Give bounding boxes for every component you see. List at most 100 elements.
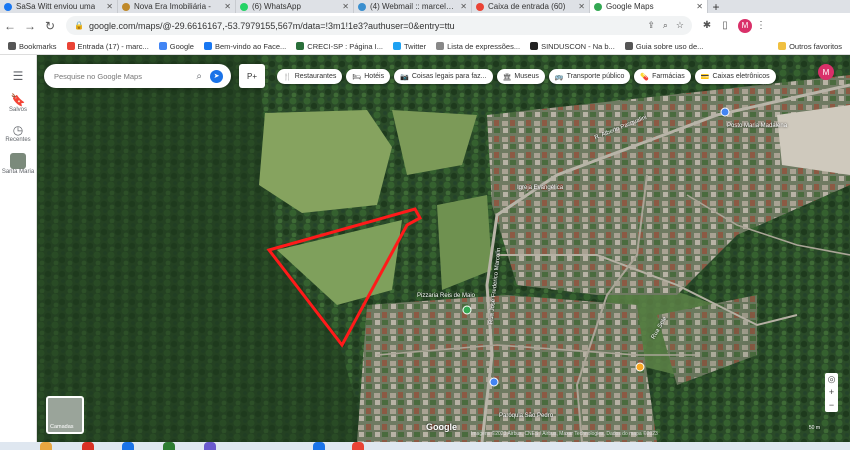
place-pin-icon[interactable] (720, 107, 730, 117)
bed-icon: 🛏 (352, 73, 362, 81)
place-label: Posto Maria Madalena (727, 123, 788, 129)
back-icon[interactable]: ← (0, 19, 20, 33)
taskbar-app-icon[interactable] (163, 442, 175, 450)
share-icon[interactable]: ⇪ (647, 20, 655, 31)
map-attribution: Imagens ©2023 Airbus, CNES / Airbus, Max… (471, 431, 658, 437)
bookmark-item[interactable]: Bookmarks (8, 42, 57, 51)
bookmark-other-favorites[interactable]: Outros favoritos (778, 42, 842, 51)
bookmark-item[interactable]: SINDUSCON - Na b... (530, 42, 615, 51)
browser-tab[interactable]: Caixa de entrada (60) ✕ (472, 0, 590, 13)
bookmark-item[interactable]: Google (158, 42, 194, 51)
browser-tab-bar: SaSa Witt enviou uma ✕ Nova Era Imobiliári… (0, 0, 850, 14)
category-chip[interactable]: 🚌 Transporte público (548, 69, 631, 84)
category-chip[interactable]: 📷 Coisas legais para faz... (394, 69, 493, 84)
bookmark-item[interactable]: Lista de expressões... (436, 42, 520, 51)
place-label: Paróquia São Pedro (499, 413, 554, 419)
atm-icon: 💳 (700, 73, 710, 81)
extensions-icon[interactable]: ✱ (698, 20, 716, 31)
taskbar-app-icon[interactable] (352, 442, 364, 450)
close-icon[interactable]: ✕ (339, 2, 349, 11)
taskbar-app-icon[interactable] (122, 442, 134, 450)
bookmark-favicon-icon (436, 42, 445, 50)
close-icon[interactable]: ✕ (221, 2, 231, 11)
new-tab-button[interactable]: + (708, 0, 724, 14)
tab-label: Caixa de entrada (60) (488, 2, 566, 11)
house-icon (122, 2, 130, 11)
bookmark-star-icon[interactable]: ☆ (676, 20, 684, 31)
satellite-imagery (37, 55, 850, 442)
close-icon[interactable]: ✕ (575, 2, 585, 11)
whatsapp-icon (240, 2, 248, 11)
scale-bar[interactable]: 50 m (809, 425, 820, 431)
zoom-in-button[interactable]: + (829, 386, 834, 399)
sidebar-item-place[interactable]: Santa Maria (0, 153, 36, 175)
taskbar-app-icon[interactable] (82, 442, 94, 450)
address-bar[interactable]: 🔒 google.com/maps/@-29.6616167,-53.79791… (66, 16, 692, 35)
layers-button[interactable]: Camadas (46, 396, 84, 434)
taskbar-app-icon[interactable] (204, 442, 216, 450)
zoom-icon[interactable]: ⌕ (663, 20, 668, 31)
browser-tab[interactable]: Google Maps ✕ (590, 0, 708, 13)
forward-icon[interactable]: → (20, 19, 40, 33)
fork-knife-icon: 🍴 (283, 73, 292, 81)
satellite-map[interactable]: R. Alberto Pasqualini Rua José Frederico… (37, 55, 850, 442)
browser-toolbar: ← → ↻ 🔒 google.com/maps/@-29.6616167,-53… (0, 13, 850, 38)
browser-tab[interactable]: (4) Webmail :: marcelo@ ✕ (354, 0, 472, 13)
place-label: Pizzaria Reis de Maio (417, 293, 476, 299)
zoom-out-button[interactable]: − (829, 399, 834, 412)
maps-search-input[interactable]: Pesquise no Google Maps ⌕ ➤ (44, 64, 231, 88)
taskbar-app-icon[interactable] (313, 442, 325, 450)
my-location-icon[interactable]: ◎ (828, 373, 836, 386)
bookmark-icon: 🔖 (10, 93, 26, 107)
lock-icon: 🔒 (74, 21, 84, 30)
sidebar-item-saved[interactable]: 🔖 Salvos (0, 93, 36, 113)
menu-kebab-icon[interactable]: ⋮ (752, 20, 770, 31)
tab-label: Nova Era Imobiliária - (134, 2, 211, 11)
place-pin-icon[interactable] (489, 377, 499, 387)
taskbar-app-icon[interactable] (40, 442, 52, 450)
search-icon[interactable]: ⌕ (196, 71, 202, 82)
category-chip[interactable]: 💊 Farmácias (634, 69, 691, 84)
bookmark-item[interactable]: Bem-vindo ao Face... (203, 42, 286, 51)
side-panel-icon[interactable]: ▯ (716, 20, 734, 31)
zoom-controls: ◎ + − (825, 373, 838, 412)
place-pin-icon[interactable] (635, 362, 645, 372)
bookmark-favicon-icon (203, 42, 212, 50)
bookmark-item[interactable]: CRECI-SP : Página I... (296, 42, 383, 51)
reload-icon[interactable]: ↻ (40, 19, 60, 33)
browser-profile-avatar[interactable]: M (738, 18, 752, 33)
place-thumbnail (10, 153, 26, 169)
hamburger-menu-icon[interactable]: ☰ (0, 69, 36, 83)
maps-avatar[interactable]: M (818, 64, 834, 80)
bookmark-favicon-icon (66, 42, 75, 50)
os-taskbar (0, 442, 850, 450)
history-icon: ◷ (12, 123, 24, 137)
bookmarks-bar: Bookmarks Entrada (17) - marc... Google Bem… (0, 38, 850, 55)
category-chip[interactable]: 🍴 Restaurantes (277, 69, 343, 84)
bookmark-favicon-icon (158, 42, 167, 50)
category-chip[interactable]: 🏛 Museus (496, 69, 545, 84)
bookmark-item[interactable]: Entrada (17) - marc... (66, 42, 149, 51)
bookmark-item[interactable]: Guia sobre uso de... (624, 42, 703, 51)
browser-tab[interactable]: SaSa Witt enviou uma ✕ (0, 0, 118, 13)
category-chip[interactable]: 💳 Caixas eletrônicos (694, 69, 776, 84)
close-icon[interactable]: ✕ (693, 2, 703, 11)
bookmark-favicon-icon (393, 42, 402, 50)
tab-label: SaSa Witt enviou uma (16, 2, 96, 11)
address-url[interactable]: google.com/maps/@-29.6616167,-53.7979155… (89, 21, 639, 31)
bookmark-favicon-icon (530, 42, 539, 50)
pharmacy-icon: 💊 (640, 73, 650, 81)
category-chip[interactable]: 🛏 Hotéis (346, 69, 391, 84)
google-logo: Google (426, 422, 457, 432)
close-icon[interactable]: ✕ (103, 2, 113, 11)
browser-tab[interactable]: Nova Era Imobiliária - ✕ (118, 0, 236, 13)
facebook-icon (4, 2, 12, 11)
sidebar-item-recent[interactable]: ◷ Recentes (0, 123, 36, 143)
place-pin-icon[interactable] (462, 305, 472, 315)
browser-tab[interactable]: (6) WhatsApp ✕ (236, 0, 354, 13)
close-icon[interactable]: ✕ (457, 2, 467, 11)
bookmark-item[interactable]: Twitter (393, 42, 426, 51)
layer-toggle-button[interactable]: P+ (239, 64, 265, 88)
place-label: Igreja Evangélica (517, 185, 564, 191)
directions-icon[interactable]: ➤ (210, 69, 223, 83)
